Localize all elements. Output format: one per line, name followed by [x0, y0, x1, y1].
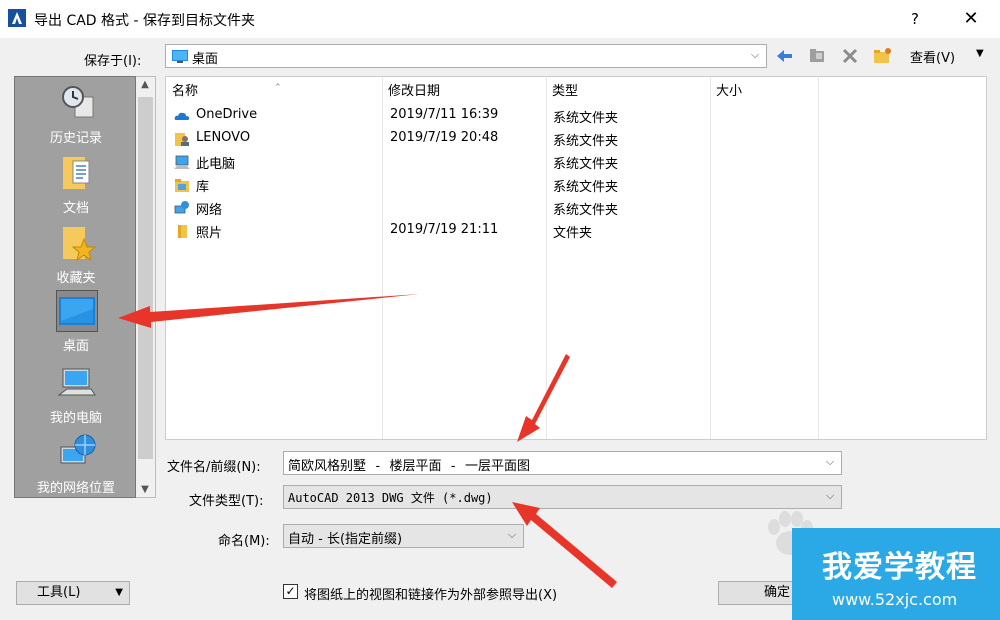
help-button[interactable]: ? [902, 6, 928, 32]
chevron-down-icon: ⌵ [750, 48, 760, 61]
network-icon [174, 201, 189, 214]
folder-icon [178, 225, 187, 238]
tools-button[interactable]: 工具(L) ▼ [16, 581, 130, 605]
window-title: 导出 CAD 格式 - 保存到目标文件夹 [34, 13, 255, 29]
user-folder-icon [175, 133, 189, 146]
column-header-size[interactable]: 大小 [710, 81, 818, 103]
file-type: 系统文件夹 [553, 203, 619, 218]
naming-value: 自动 - 长(指定前缀) [288, 532, 403, 547]
scrollbar-thumb[interactable] [138, 97, 153, 459]
column-header-name[interactable]: ⌃ 名称 [166, 81, 382, 103]
place-label: 历史记录 [49, 131, 102, 146]
save-in-value: 桌面 [192, 52, 219, 67]
place-label: 收藏夹 [56, 271, 96, 286]
file-type: 系统文件夹 [553, 157, 619, 172]
scroll-down-icon[interactable]: ▼ [136, 484, 154, 495]
file-name: 网络 [196, 203, 223, 218]
file-list[interactable]: ⌃ 名称 修改日期 类型 大小 OneDrive 2019/7/11 16:39… [165, 76, 987, 440]
arrow-to-filetype-icon [512, 502, 617, 588]
file-row[interactable]: LENOVO 2019/7/19 20:48 系统文件夹 [166, 127, 986, 150]
chevron-down-icon[interactable]: ⌵ [823, 455, 837, 471]
up-folder-icon[interactable] [805, 44, 829, 68]
pc-icon [174, 155, 190, 169]
file-row[interactable]: OneDrive 2019/7/11 16:39 系统文件夹 [166, 104, 986, 127]
file-row[interactable]: 库 系统文件夹 [166, 173, 986, 196]
documents-icon [63, 157, 90, 189]
confirm-label: 确定 [763, 585, 790, 600]
save-in-dropdown[interactable]: 桌面 ⌵ [165, 44, 767, 68]
title-bar: 导出 CAD 格式 - 保存到目标文件夹 ? ✕ [0, 0, 1000, 38]
site-watermark: 我爱学教程 www.52xjc.com [792, 528, 1000, 620]
file-date: 2019/7/19 20:48 [390, 130, 499, 145]
scroll-up-icon[interactable]: ▲ [136, 79, 154, 90]
filetype-value: AutoCAD 2013 DWG 文件 (*.dwg) [288, 491, 493, 505]
chevron-down-icon: ▼ [115, 587, 123, 598]
export-xref-label: 将图纸上的视图和链接作为外部参照导出(X) [304, 588, 558, 603]
sort-ascending-icon: ⌃ [274, 83, 282, 93]
file-type: 系统文件夹 [553, 180, 619, 195]
save-in-label: 保存于(I): [84, 54, 142, 69]
naming-dropdown[interactable]: 自动 - 长(指定前缀) ⌵ [283, 524, 524, 548]
file-type: 文件夹 [553, 226, 593, 241]
place-label: 我的电脑 [49, 411, 102, 426]
file-name: 此电脑 [196, 157, 236, 172]
watermark-title: 我爱学教程 [822, 550, 977, 585]
column-header-label: 类型 [552, 84, 579, 99]
file-name: 库 [196, 180, 210, 195]
file-type: 系统文件夹 [553, 111, 619, 126]
tools-label: 工具(L) [37, 585, 81, 600]
file-row[interactable]: 网络 系统文件夹 [166, 196, 986, 219]
place-label: 文档 [62, 201, 89, 216]
watermark-url: www.52xjc.com [832, 590, 958, 609]
back-arrow-icon[interactable] [773, 44, 797, 68]
place-label: 我的网络位置 [36, 481, 115, 496]
naming-label: 命名(M): [218, 534, 270, 549]
delete-icon[interactable] [838, 44, 862, 68]
column-header-type[interactable]: 类型 [546, 81, 710, 103]
close-button[interactable]: ✕ [956, 4, 986, 34]
library-icon [175, 179, 189, 192]
history-icon [62, 86, 94, 118]
onedrive-icon [174, 112, 190, 120]
chevron-down-icon: ⌵ [825, 489, 835, 502]
column-header-date[interactable]: 修改日期 [382, 81, 546, 103]
desktop-icon [56, 290, 98, 332]
computer-icon [57, 368, 96, 396]
chevron-down-icon[interactable]: ▼ [976, 48, 984, 59]
filename-input[interactable]: 简欧风格别墅 - 楼层平面 - 一层平面图 ⌵ [283, 451, 842, 475]
file-date: 2019/7/19 21:11 [390, 222, 499, 237]
file-row[interactable]: 此电脑 系统文件夹 [166, 150, 986, 173]
place-label: 桌面 [62, 339, 89, 354]
network-icon [60, 434, 96, 464]
file-type: 系统文件夹 [553, 134, 619, 149]
places-scrollbar[interactable]: ▲ ▼ [136, 76, 156, 498]
column-header-label: 修改日期 [388, 84, 441, 99]
filename-label: 文件名/前缀(N): [167, 460, 261, 475]
desktop-icon [172, 50, 188, 63]
column-header-label: 大小 [716, 84, 743, 99]
filetype-label: 文件类型(T): [189, 494, 264, 509]
filetype-dropdown[interactable]: AutoCAD 2013 DWG 文件 (*.dwg) ⌵ [283, 485, 842, 509]
filename-value: 简欧风格别墅 - 楼层平面 - 一层平面图 [288, 459, 530, 474]
file-name: OneDrive [196, 107, 258, 122]
export-xref-checkbox[interactable]: ✓ [283, 584, 298, 599]
chevron-down-icon: ⌵ [507, 528, 517, 541]
file-date: 2019/7/11 16:39 [390, 107, 499, 122]
file-row[interactable]: 照片 2019/7/19 21:11 文件夹 [166, 219, 986, 242]
places-bar: 历史记录 文档 收藏夹 桌面 我的电脑 我的网络位置 [14, 76, 136, 498]
file-name: LENOVO [196, 130, 251, 145]
view-menu[interactable]: 查看(V) [910, 47, 955, 66]
file-name: 照片 [196, 226, 223, 241]
column-header-label: 名称 [172, 84, 199, 99]
new-folder-icon[interactable] [870, 44, 894, 68]
revit-app-icon [8, 9, 26, 27]
favorites-icon [63, 227, 97, 262]
